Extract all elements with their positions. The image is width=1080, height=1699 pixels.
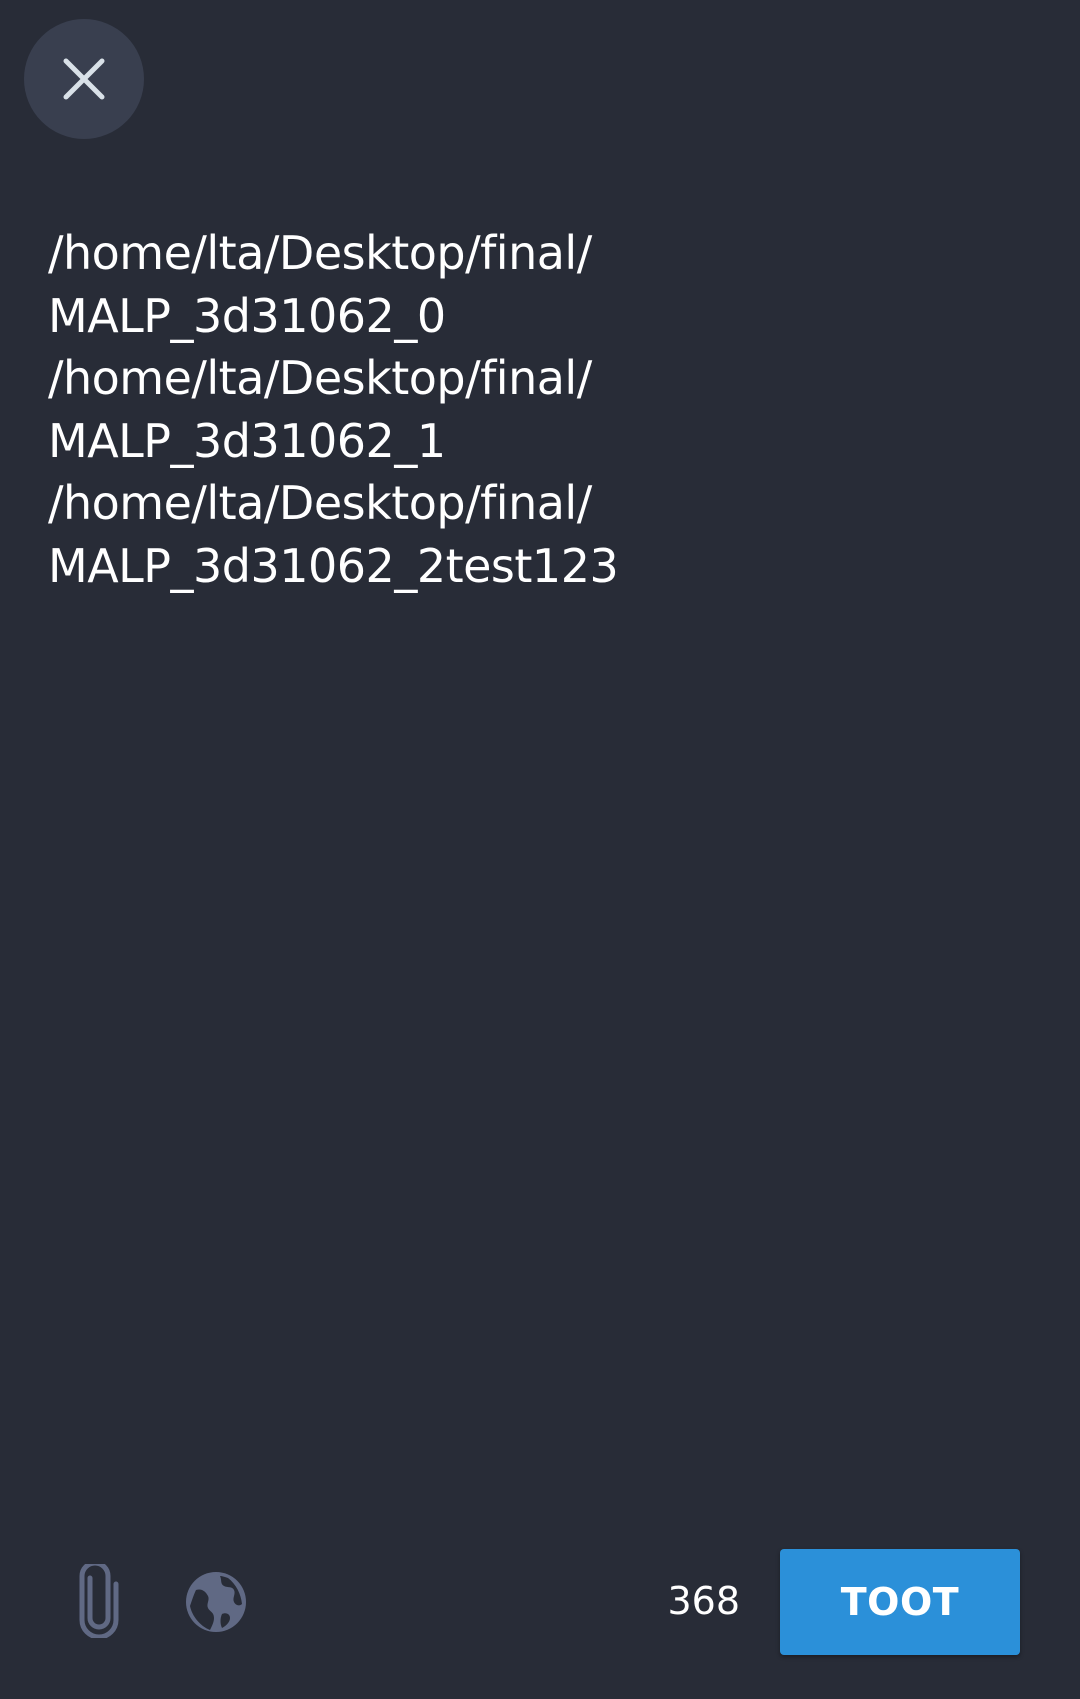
- compose-line: /home/lta/Desktop/final/: [48, 351, 592, 405]
- compose-line: /home/lta/Desktop/final/: [48, 476, 592, 530]
- compose-line: MALP_3d31062_2test123: [48, 538, 619, 593]
- compose-line: MALP_3d31062_1: [48, 413, 446, 468]
- toot-button[interactable]: TOOT: [780, 1549, 1020, 1655]
- compose-line: MALP_3d31062_0: [48, 288, 446, 343]
- character-counter: 368: [667, 1579, 740, 1623]
- close-button[interactable]: [24, 19, 144, 139]
- globe-icon[interactable]: [184, 1570, 248, 1634]
- compose-text-area[interactable]: /home/lta/Desktop/final/ MALP_3d31062_0 …: [48, 222, 1028, 597]
- compose-line: /home/lta/Desktop/final/: [48, 226, 592, 280]
- close-icon: [60, 55, 108, 103]
- paperclip-icon[interactable]: [70, 1560, 126, 1640]
